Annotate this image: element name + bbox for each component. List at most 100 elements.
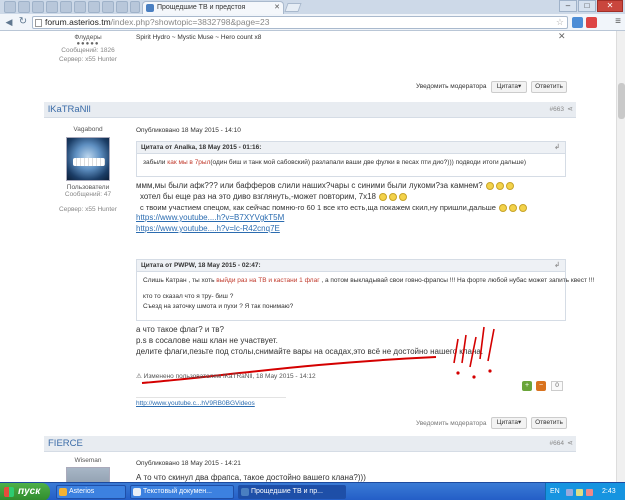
tab-icon[interactable] bbox=[4, 1, 16, 13]
reload-icon[interactable]: ↻ bbox=[17, 16, 29, 28]
url-host: forum.asterios.tm bbox=[45, 17, 111, 27]
tab-icon[interactable] bbox=[74, 1, 86, 13]
taskbar-item-label: Текстовый докумен... bbox=[143, 488, 212, 495]
tray-icon[interactable] bbox=[586, 489, 593, 496]
server-label: Сервер: x55 Hunter bbox=[59, 206, 117, 213]
language-indicator[interactable]: EN bbox=[550, 483, 560, 500]
page-icon bbox=[35, 19, 42, 27]
vote-down-button[interactable]: − bbox=[536, 381, 546, 391]
start-button[interactable]: пуск bbox=[0, 483, 50, 500]
star-icon[interactable]: ☆ bbox=[556, 17, 564, 28]
favicon-icon bbox=[146, 4, 154, 12]
video-link[interactable]: https://www.youtube....h?v=B7XYVgkT5M bbox=[136, 213, 284, 222]
scribble-mark bbox=[469, 336, 477, 368]
maximize-button[interactable]: □ bbox=[578, 0, 596, 12]
extension-icon[interactable] bbox=[572, 17, 583, 28]
taskbar-item[interactable]: Текстовый докумен... bbox=[130, 485, 234, 499]
post-author[interactable]: lKaTRaNll bbox=[48, 104, 91, 115]
vote-up-button[interactable]: + bbox=[522, 381, 532, 391]
tab-title: Прощедшие ТВ и предстоя bbox=[157, 4, 246, 11]
quote-button[interactable]: Цитата▾ bbox=[491, 81, 527, 93]
quote-line: Слишь Катран , ты хоть выйди раз на ТВ и… bbox=[143, 276, 594, 286]
server-label: Сервер: x55 Hunter bbox=[59, 56, 117, 63]
smiley-icon bbox=[506, 181, 514, 190]
taskbar: пуск Asterios Текстовый докумен... Проще… bbox=[0, 482, 625, 500]
quote-highlight: выйди раз на ТВ и кастани 1 флаг bbox=[216, 277, 320, 284]
post-number[interactable]: #664 bbox=[550, 440, 564, 447]
smiley-icon bbox=[499, 204, 508, 213]
quote-line: Съезд на заточку шмота и пухи ? Я так по… bbox=[143, 303, 294, 310]
clock[interactable]: 2:43 bbox=[602, 483, 616, 500]
quote-line: кто то сказал что я тру- биш ? bbox=[143, 293, 234, 300]
quote-text: забыли bbox=[143, 159, 168, 166]
report-link[interactable]: Уведомить модератора bbox=[416, 420, 486, 427]
post-header: FIERCE #664 ⋖ bbox=[44, 436, 576, 452]
share-icon[interactable]: ⋖ bbox=[567, 439, 573, 447]
message-line: хотел бы еще раз на это диво взглянуть,-… bbox=[140, 192, 408, 201]
tray-icon[interactable] bbox=[566, 489, 573, 496]
previous-post: Флудеры ●●●●● Сообщений: 1826 Сервер: x5… bbox=[44, 31, 576, 97]
quote-jump-icon[interactable]: ↲ bbox=[554, 261, 560, 269]
reply-button[interactable]: Ответить bbox=[531, 417, 567, 429]
quote-jump-icon[interactable]: ↲ bbox=[554, 143, 560, 151]
message-count: Сообщений: 1826 bbox=[61, 47, 115, 54]
user-role: Пользователи bbox=[66, 184, 110, 191]
scribble-mark bbox=[479, 326, 485, 360]
post-author[interactable]: FIERCE bbox=[48, 438, 83, 449]
notepad-icon bbox=[133, 488, 141, 496]
tab-icon[interactable] bbox=[46, 1, 58, 13]
address-bar[interactable]: forum.asterios.tm/index.php?showtopic=38… bbox=[32, 16, 568, 29]
quote-label: Цитата bbox=[496, 419, 519, 426]
quote-label: Цитата bbox=[496, 83, 519, 90]
message-line: А то что скинул два фрапса, такое достой… bbox=[136, 473, 366, 482]
user-group: Флудеры bbox=[74, 34, 102, 41]
tray-icon[interactable] bbox=[576, 489, 583, 496]
back-arrow-icon[interactable]: ◀ bbox=[3, 16, 15, 28]
minimize-button[interactable]: ‒ bbox=[559, 0, 577, 12]
close-window-button[interactable]: ✕ bbox=[597, 0, 623, 12]
quote-text: , а потом выкладывай свои говно-фрапсы !… bbox=[319, 277, 595, 284]
post-header: lKaTRaNll #663 ⋖ bbox=[44, 102, 576, 118]
taskbar-item[interactable]: Прощедшие ТВ и пр... bbox=[238, 485, 346, 499]
tab-icon[interactable] bbox=[18, 1, 30, 13]
taskbar-item[interactable]: Asterios bbox=[56, 485, 126, 499]
new-tab-button[interactable] bbox=[284, 3, 302, 12]
avatar-teeth bbox=[73, 158, 105, 166]
tab-icon[interactable] bbox=[60, 1, 72, 13]
scribble-mark bbox=[461, 334, 467, 364]
quote-header: Цитата от Analka, 18 May 2015 - 01:16: ↲ bbox=[137, 142, 565, 154]
post-number[interactable]: #663 bbox=[550, 106, 564, 113]
video-link[interactable]: https://www.youtube....h?v=lc-R42cnq7E bbox=[136, 224, 280, 233]
close-icon[interactable]: ✕ bbox=[558, 31, 566, 42]
tab-active[interactable]: Прощедшие ТВ и предстоя ✕ bbox=[142, 1, 284, 14]
message-line: с твоим участием спецом, как сейчас помн… bbox=[140, 203, 528, 213]
reply-button[interactable]: Ответить bbox=[531, 81, 567, 93]
report-link[interactable]: Уведомить модератора bbox=[416, 83, 486, 90]
user-info: Wiseman bbox=[44, 457, 132, 464]
scrollbar-thumb[interactable] bbox=[618, 83, 625, 119]
quote-button[interactable]: Цитата▾ bbox=[491, 417, 527, 429]
user-group: Vagabond bbox=[73, 126, 103, 133]
post-date: Опубликовано 18 May 2015 - 14:10 bbox=[136, 127, 241, 134]
close-icon[interactable]: ✕ bbox=[274, 3, 280, 11]
edited-note: ⚠ Изменено пользователем lKaTRaNll, 18 M… bbox=[136, 372, 316, 380]
extension-icon[interactable] bbox=[586, 17, 597, 28]
taskbar-item-label: Asterios bbox=[69, 488, 95, 495]
signature-divider bbox=[136, 397, 286, 398]
wrench-icon[interactable]: ≡ bbox=[615, 16, 621, 27]
smiley-icon bbox=[389, 192, 398, 201]
system-tray: EN 2:43 bbox=[545, 483, 625, 500]
tab-icon[interactable] bbox=[102, 1, 114, 13]
avatar[interactable] bbox=[66, 467, 110, 482]
tab-icon[interactable] bbox=[32, 1, 44, 13]
avatar[interactable] bbox=[66, 137, 110, 181]
share-icon[interactable]: ⋖ bbox=[567, 105, 573, 113]
tab-icon[interactable] bbox=[88, 1, 100, 13]
tab-icon[interactable] bbox=[116, 1, 128, 13]
browser-icon bbox=[241, 488, 249, 496]
tab-icon[interactable] bbox=[130, 1, 140, 13]
red-scribble bbox=[141, 326, 495, 384]
scribble-mark bbox=[488, 369, 492, 373]
page-scrollbar[interactable] bbox=[616, 31, 625, 482]
signature-link[interactable]: http://www.youtube.c...hV9RB0BGVideos bbox=[136, 400, 255, 407]
